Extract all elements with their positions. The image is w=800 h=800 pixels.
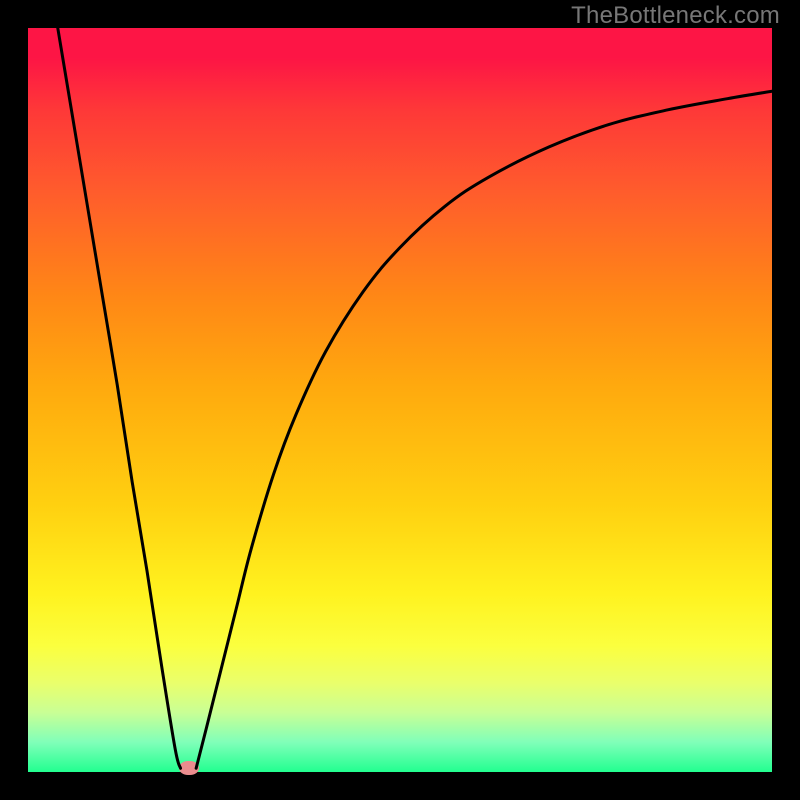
watermark-text: TheBottleneck.com bbox=[571, 2, 780, 30]
curve-right-branch bbox=[196, 91, 772, 768]
curve-left-branch bbox=[58, 28, 181, 768]
curve-svg bbox=[28, 28, 772, 772]
chart-frame: TheBottleneck.com bbox=[0, 0, 800, 800]
